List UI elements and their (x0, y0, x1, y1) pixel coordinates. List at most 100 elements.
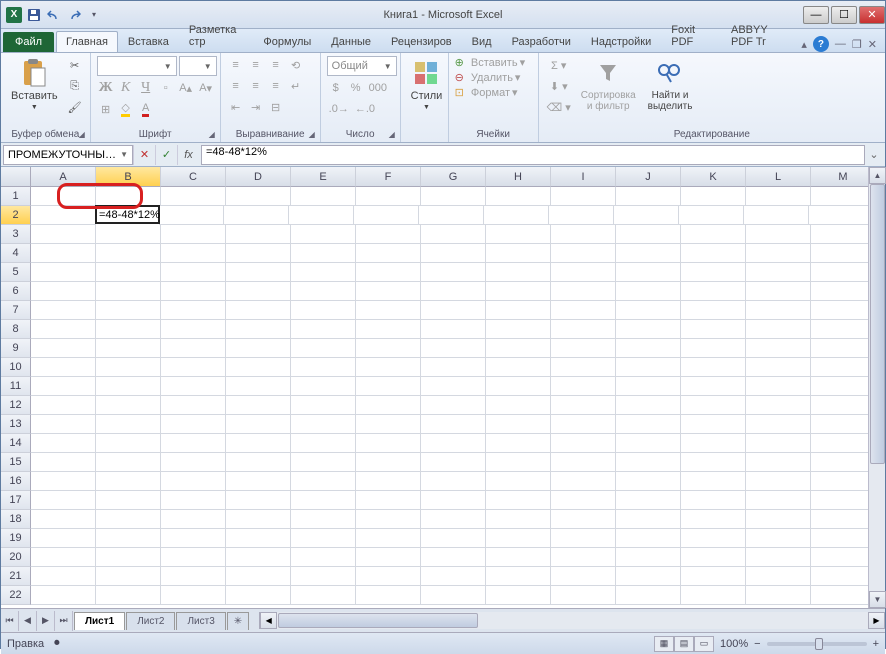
row-header-21[interactable]: 21 (1, 567, 31, 586)
hscroll-thumb[interactable] (278, 613, 478, 628)
cell-H22[interactable] (486, 586, 551, 605)
cell-D4[interactable] (226, 244, 291, 263)
tab-review[interactable]: Рецензиров (381, 31, 462, 52)
cell-F14[interactable] (356, 434, 421, 453)
cell-K12[interactable] (681, 396, 746, 415)
cell-G18[interactable] (421, 510, 486, 529)
cell-C21[interactable] (161, 567, 226, 586)
cell-E2[interactable] (289, 206, 354, 225)
cell-L17[interactable] (746, 491, 811, 510)
cell-H19[interactable] (486, 529, 551, 548)
cell-B11[interactable] (96, 377, 161, 396)
cell-H18[interactable] (486, 510, 551, 529)
cell-C10[interactable] (161, 358, 226, 377)
cell-D7[interactable] (226, 301, 291, 320)
cell-C15[interactable] (161, 453, 226, 472)
zoom-level[interactable]: 100% (720, 638, 748, 650)
cell-I6[interactable] (551, 282, 616, 301)
cell-M20[interactable] (811, 548, 876, 567)
normal-view-icon[interactable]: ▦ (654, 636, 674, 652)
cell-M14[interactable] (811, 434, 876, 453)
cell-I18[interactable] (551, 510, 616, 529)
cell-E15[interactable] (291, 453, 356, 472)
increase-indent-icon[interactable]: ⇥ (247, 98, 265, 116)
cell-H16[interactable] (486, 472, 551, 491)
close-button[interactable]: ✕ (859, 6, 885, 24)
format-painter-icon[interactable]: 🖌 (66, 98, 84, 116)
cell-C7[interactable] (161, 301, 226, 320)
cell-E1[interactable] (291, 187, 356, 206)
cell-H12[interactable] (486, 396, 551, 415)
cell-E20[interactable] (291, 548, 356, 567)
cell-B20[interactable] (96, 548, 161, 567)
cell-D16[interactable] (226, 472, 291, 491)
row-header-3[interactable]: 3 (1, 225, 31, 244)
macro-record-icon[interactable]: ⏺ (54, 637, 60, 650)
cell-I19[interactable] (551, 529, 616, 548)
cell-I20[interactable] (551, 548, 616, 567)
cell-J2[interactable] (614, 206, 679, 225)
column-header-D[interactable]: D (226, 167, 291, 187)
paste-button[interactable]: Вставить ▼ (7, 56, 62, 113)
cell-D15[interactable] (226, 453, 291, 472)
number-format-combo[interactable]: Общий▼ (327, 56, 397, 76)
cell-I5[interactable] (551, 263, 616, 282)
cell-M1[interactable] (811, 187, 876, 206)
column-header-H[interactable]: H (486, 167, 551, 187)
zoom-slider[interactable] (767, 642, 867, 646)
cell-H10[interactable] (486, 358, 551, 377)
tab-abbyy[interactable]: ABBYY PDF Tr (721, 19, 801, 52)
cell-H20[interactable] (486, 548, 551, 567)
cell-M13[interactable] (811, 415, 876, 434)
cell-D21[interactable] (226, 567, 291, 586)
align-left-icon[interactable]: ≡ (227, 77, 245, 95)
cell-E3[interactable] (291, 225, 356, 244)
row-header-6[interactable]: 6 (1, 282, 31, 301)
align-middle-icon[interactable]: ≡ (247, 56, 265, 74)
cell-B8[interactable] (96, 320, 161, 339)
cell-F18[interactable] (356, 510, 421, 529)
cell-G14[interactable] (421, 434, 486, 453)
cell-C12[interactable] (161, 396, 226, 415)
redo-icon[interactable] (65, 6, 83, 24)
cell-I10[interactable] (551, 358, 616, 377)
cell-H13[interactable] (486, 415, 551, 434)
cell-M17[interactable] (811, 491, 876, 510)
cell-B4[interactable] (96, 244, 161, 263)
cell-F5[interactable] (356, 263, 421, 282)
cell-G4[interactable] (421, 244, 486, 263)
cell-M18[interactable] (811, 510, 876, 529)
cell-K20[interactable] (681, 548, 746, 567)
cell-L4[interactable] (746, 244, 811, 263)
scroll-left-icon[interactable]: ◀ (260, 612, 277, 629)
cell-A22[interactable] (31, 586, 96, 605)
cell-F6[interactable] (356, 282, 421, 301)
maximize-button[interactable]: ☐ (831, 6, 857, 24)
cell-C8[interactable] (161, 320, 226, 339)
cell-C17[interactable] (161, 491, 226, 510)
row-header-11[interactable]: 11 (1, 377, 31, 396)
cell-I7[interactable] (551, 301, 616, 320)
cell-A12[interactable] (31, 396, 96, 415)
cell-B16[interactable] (96, 472, 161, 491)
cell-B12[interactable] (96, 396, 161, 415)
cell-K17[interactable] (681, 491, 746, 510)
select-all-corner[interactable] (1, 167, 31, 187)
cell-K9[interactable] (681, 339, 746, 358)
align-top-icon[interactable]: ≡ (227, 56, 245, 74)
sheet-tab-3[interactable]: Лист3 (176, 612, 225, 630)
delete-cells-button[interactable]: ⊖ Удалить ▾ (455, 71, 521, 84)
cell-A15[interactable] (31, 453, 96, 472)
cell-G20[interactable] (421, 548, 486, 567)
cell-I22[interactable] (551, 586, 616, 605)
cell-I12[interactable] (551, 396, 616, 415)
cell-M21[interactable] (811, 567, 876, 586)
page-layout-view-icon[interactable]: ▤ (674, 636, 694, 652)
cell-K16[interactable] (681, 472, 746, 491)
row-header-16[interactable]: 16 (1, 472, 31, 491)
row-header-9[interactable]: 9 (1, 339, 31, 358)
cell-K10[interactable] (681, 358, 746, 377)
cell-E19[interactable] (291, 529, 356, 548)
wrap-text-icon[interactable]: ↵ (287, 77, 305, 95)
shrink-font-icon[interactable]: A▾ (197, 79, 215, 97)
